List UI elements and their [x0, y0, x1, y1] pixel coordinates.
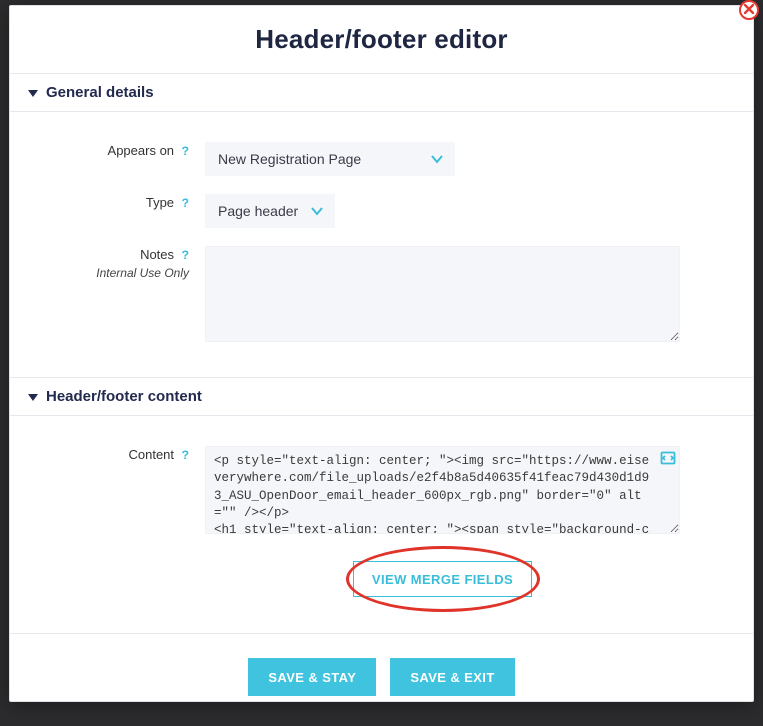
row-appears-on: Appears on ? New Registration Page [10, 142, 733, 176]
type-select[interactable]: Page header [205, 194, 335, 228]
close-button[interactable] [739, 0, 759, 20]
help-icon[interactable]: ? [182, 196, 189, 210]
appears-on-value: New Registration Page [218, 151, 361, 167]
section-body-content: Content ? <p style="text-align: center; … [10, 416, 753, 633]
section-toggle-general[interactable]: General details [10, 73, 753, 112]
label-type: Type [146, 195, 174, 210]
section-toggle-content[interactable]: Header/footer content [10, 377, 753, 416]
modal-titlebar: Header/footer editor [10, 6, 753, 73]
chevron-down-icon [430, 152, 444, 166]
modal-header-footer-editor: Header/footer editor General details App… [9, 5, 754, 702]
save-and-exit-button[interactable]: SAVE & EXIT [390, 658, 514, 696]
section-title-general: General details [46, 84, 154, 101]
view-merge-fields-button[interactable]: VIEW MERGE FIELDS [353, 561, 532, 597]
section-body-general: Appears on ? New Registration Page Type … [10, 112, 753, 377]
chevron-down-icon [310, 204, 324, 218]
row-notes: Notes ? Internal Use Only [10, 246, 733, 347]
code-icon [660, 450, 676, 466]
label-notes-sub: Internal Use Only [96, 266, 189, 280]
help-icon[interactable]: ? [182, 144, 189, 158]
help-icon[interactable]: ? [182, 248, 189, 262]
section-title-content: Header/footer content [46, 388, 202, 405]
merge-fields-row: VIEW MERGE FIELDS [205, 561, 680, 597]
source-code-toggle[interactable] [660, 450, 676, 466]
modal-footer: SAVE & STAY SAVE & EXIT [10, 633, 753, 726]
help-icon[interactable]: ? [182, 448, 189, 462]
notes-textarea[interactable] [205, 246, 680, 342]
label-notes: Notes [140, 247, 174, 262]
row-type: Type ? Page header [10, 194, 733, 228]
label-appears-on: Appears on [108, 143, 175, 158]
label-content: Content [128, 447, 174, 462]
appears-on-select[interactable]: New Registration Page [205, 142, 455, 176]
modal-title: Header/footer editor [10, 24, 753, 55]
save-and-stay-button[interactable]: SAVE & STAY [248, 658, 376, 696]
type-value: Page header [218, 203, 298, 219]
close-icon [744, 1, 754, 19]
content-code-textarea[interactable]: <p style="text-align: center; "><img src… [205, 446, 680, 534]
caret-down-icon [28, 88, 38, 98]
row-content: Content ? <p style="text-align: center; … [10, 446, 733, 597]
caret-down-icon [28, 392, 38, 402]
